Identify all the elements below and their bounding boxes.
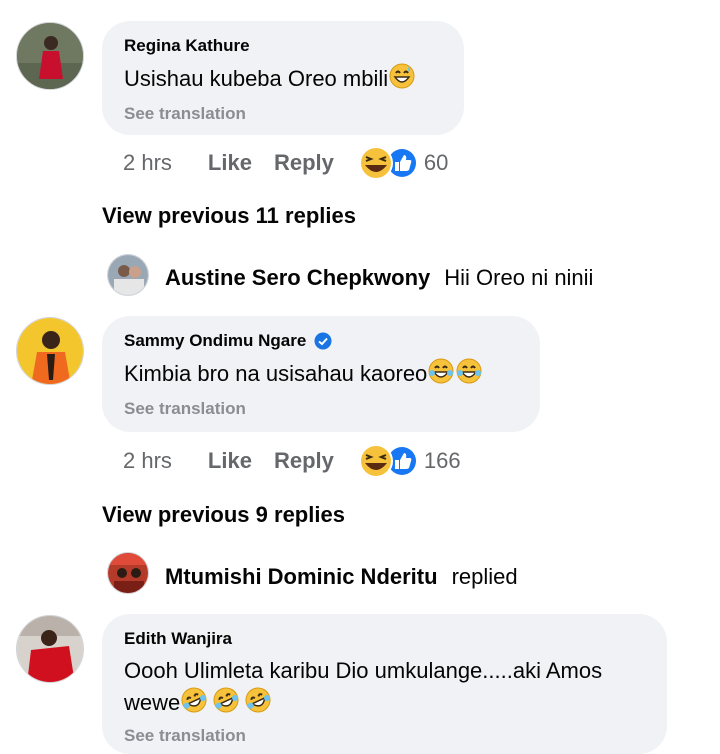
latest-reply[interactable]: Mtumishi Dominic Nderitu replied <box>165 564 518 590</box>
avatar-photo <box>108 553 148 593</box>
reply-button[interactable]: Reply <box>274 448 334 474</box>
reply-avatar[interactable] <box>107 552 149 594</box>
reactions-summary[interactable]: 166 <box>358 444 461 478</box>
avatar-photo <box>108 255 148 295</box>
comment-author[interactable]: Regina Kathure <box>124 35 442 57</box>
reply-author[interactable]: Mtumishi Dominic Nderitu <box>165 564 438 590</box>
latest-reply[interactable]: Austine Sero Chepkwony Hii Oreo ni ninii <box>165 265 593 291</box>
comment-bubble: Edith Wanjira Oooh Ulimleta karibu Dio u… <box>102 614 667 754</box>
reaction-count: 166 <box>423 448 461 473</box>
see-translation-link[interactable]: See translation <box>124 399 518 419</box>
verified-badge-icon <box>314 332 332 350</box>
comment-actions: 2 hrs Like Reply 60 <box>123 146 448 180</box>
comment-bubble: Regina Kathure Usishau kubeba Oreo mbili… <box>102 21 464 135</box>
comment-author[interactable]: Edith Wanjira <box>124 628 645 650</box>
reactions-summary[interactable]: 60 <box>358 146 448 180</box>
comment-text: Kimbia bro na usisahau kaoreo <box>124 357 518 393</box>
tears-of-joy-emoji <box>427 357 455 393</box>
reply-button[interactable]: Reply <box>274 150 334 176</box>
see-translation-link[interactable]: See translation <box>124 726 645 746</box>
comment-actions: 2 hrs Like Reply 166 <box>123 444 461 478</box>
view-previous-replies[interactable]: View previous 11 replies <box>102 203 356 229</box>
avatar[interactable] <box>16 22 84 90</box>
comment-text-line: Oooh Ulimleta karibu Dio umkulange.....a… <box>124 658 603 683</box>
reaction-count: 60 <box>423 150 449 175</box>
like-button[interactable]: Like <box>208 448 252 474</box>
view-previous-replies[interactable]: View previous 9 replies <box>102 502 345 528</box>
haha-like-reactions-icon <box>358 444 416 478</box>
rofl-emoji <box>244 686 272 722</box>
comment-bubble: Sammy Ondimu Ngare Kimbia bro na usisaha… <box>102 316 540 432</box>
haha-like-reactions-icon <box>358 146 416 180</box>
comment-text-line-2: wewe <box>124 686 645 722</box>
avatar-photo <box>17 318 83 384</box>
see-translation-link[interactable]: See translation <box>124 104 442 124</box>
timestamp[interactable]: 2 hrs <box>123 448 172 474</box>
comment-author-row: Sammy Ondimu Ngare <box>124 330 518 352</box>
tears-of-joy-emoji <box>455 357 483 393</box>
avatar[interactable] <box>16 317 84 385</box>
timestamp[interactable]: 2 hrs <box>123 150 172 176</box>
comment-text: Oooh Ulimleta karibu Dio umkulange.....a… <box>124 655 645 722</box>
rofl-emoji <box>180 686 208 722</box>
rofl-emoji <box>212 686 240 722</box>
grinning-sweat-emoji <box>388 62 416 98</box>
avatar-photo <box>17 616 83 682</box>
reply-text: replied <box>451 564 518 589</box>
like-button[interactable]: Like <box>208 150 252 176</box>
comment-text: Usishau kubeba Oreo mbili <box>124 62 442 98</box>
reply-author[interactable]: Austine Sero Chepkwony <box>165 265 430 291</box>
reply-avatar[interactable] <box>107 254 149 296</box>
comment-author[interactable]: Sammy Ondimu Ngare <box>124 331 306 351</box>
reply-text: Hii Oreo ni ninii <box>444 265 594 290</box>
avatar[interactable] <box>16 615 84 683</box>
avatar-photo <box>17 23 83 89</box>
